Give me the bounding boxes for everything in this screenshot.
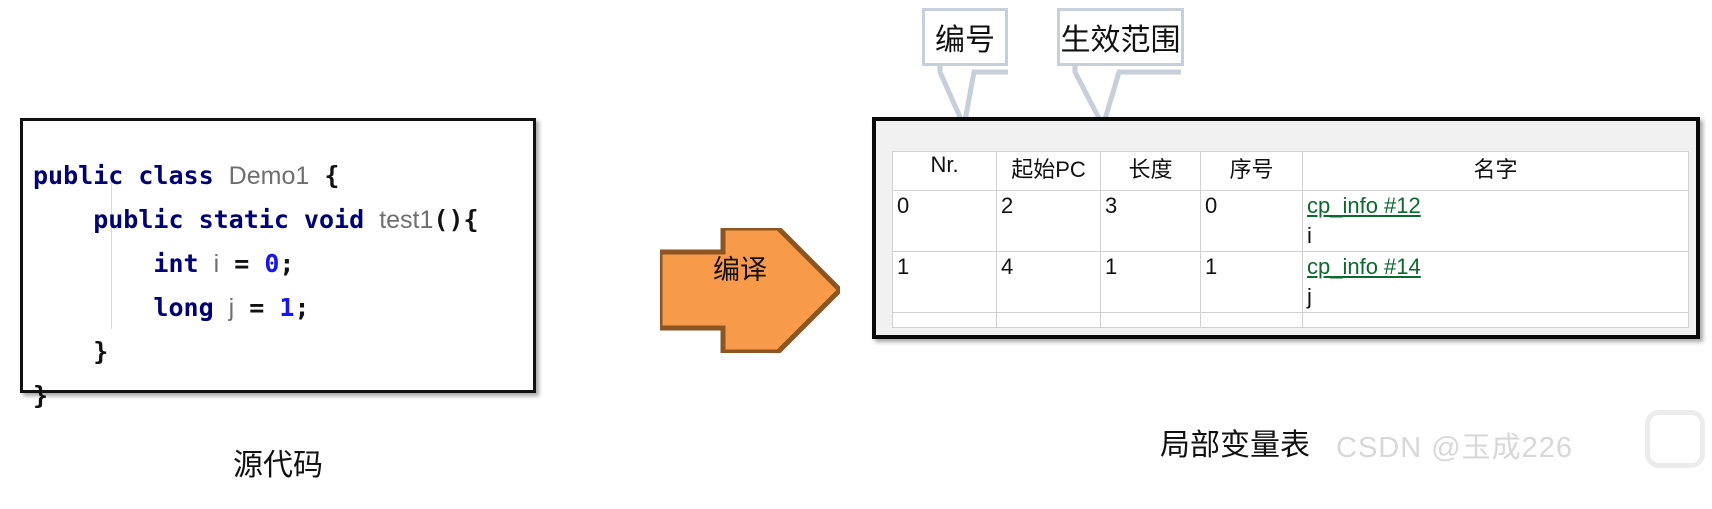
column-header-start-pc[interactable]: 起始PC <box>996 151 1101 191</box>
source-code-panel: public class Demo1 { public static void … <box>20 118 536 410</box>
source-code-caption: 源代码 <box>233 449 323 482</box>
table-row[interactable]: 0 2 3 0 cp_info #12 i <box>892 190 1689 252</box>
cell-name <box>1302 312 1689 328</box>
cell-index <box>1200 312 1303 328</box>
csdn-watermark-text: CSDN @玉成226 <box>1336 432 1574 464</box>
local-variable-table: Nr. 起始PC 长度 序号 名字 0 2 3 0 cp_info #12 i … <box>892 151 1689 328</box>
compile-arrow-shape <box>657 225 844 355</box>
compile-arrow <box>657 225 844 355</box>
variable-name: j <box>1307 284 1312 309</box>
column-header-length[interactable]: 长度 <box>1100 151 1201 191</box>
cp-info-link[interactable]: cp_info #12 <box>1307 191 1688 221</box>
cell-index: 1 <box>1200 251 1303 313</box>
callout-scope: 生效范围 <box>1057 8 1184 133</box>
cell-start-pc: 2 <box>996 190 1101 252</box>
column-header-index[interactable]: 序号 <box>1200 151 1303 191</box>
cell-length <box>1100 312 1201 328</box>
callout-number: 编号 <box>922 8 1008 135</box>
source-code-text: public class Demo1 { public static void … <box>33 161 479 410</box>
column-header-name[interactable]: 名字 <box>1302 151 1689 191</box>
cell-nr: 1 <box>892 251 997 313</box>
local-variable-table-caption: 局部变量表 <box>1160 429 1310 462</box>
column-header-nr[interactable]: Nr. <box>892 151 997 191</box>
csdn-watermark-logo-icon <box>1645 410 1705 468</box>
callout-scope-label: 生效范围 <box>1057 8 1184 66</box>
cp-info-link[interactable]: cp_info #14 <box>1307 252 1688 282</box>
local-variable-table-panel: Nr. 起始PC 长度 序号 名字 0 2 3 0 cp_info #12 i … <box>872 117 1700 339</box>
table-row[interactable]: 1 4 1 1 cp_info #14 j <box>892 251 1689 313</box>
cell-name: cp_info #14 j <box>1302 251 1689 313</box>
cell-nr: 0 <box>892 190 997 252</box>
table-row-partial[interactable] <box>892 312 1689 328</box>
cell-index: 0 <box>1200 190 1303 252</box>
cell-length: 1 <box>1100 251 1201 313</box>
cell-name: cp_info #12 i <box>1302 190 1689 252</box>
cell-nr <box>892 312 997 328</box>
callout-number-label: 编号 <box>922 8 1008 66</box>
table-header-row: Nr. 起始PC 长度 序号 名字 <box>892 151 1689 191</box>
cell-start-pc <box>996 312 1101 328</box>
cell-start-pc: 4 <box>996 251 1101 313</box>
variable-name: i <box>1307 223 1312 248</box>
cell-length: 3 <box>1100 190 1201 252</box>
